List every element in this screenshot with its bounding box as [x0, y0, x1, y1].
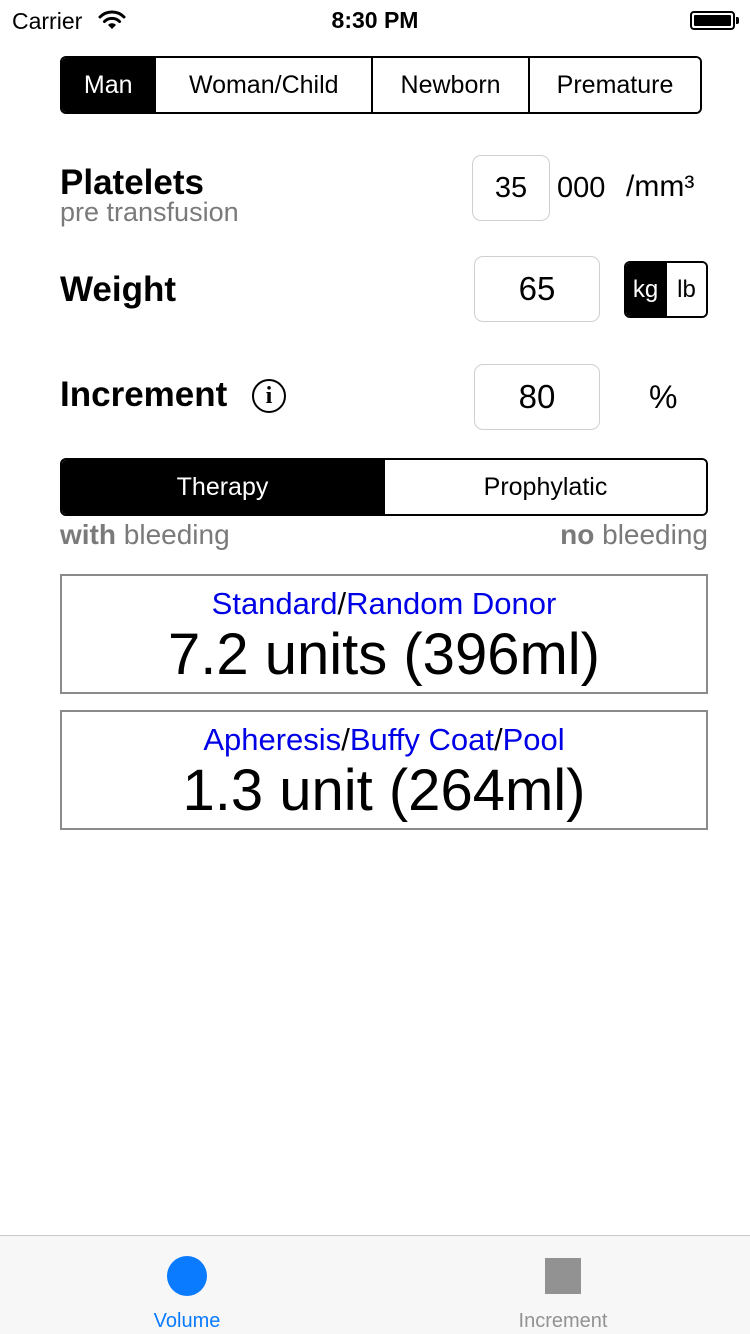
type-link-pool[interactable]: Pool: [503, 722, 565, 757]
tab-bar: Volume Increment: [0, 1235, 750, 1334]
tab-volume-label: Volume: [153, 1310, 221, 1332]
type-link-apheresis[interactable]: Apheresis: [203, 722, 341, 757]
status-bar: Carrier 8:30 PM: [0, 0, 750, 40]
result-card-apheresis: Apheresis/Buffy Coat/Pool 1.3 unit (264m…: [60, 710, 708, 830]
therapy-hint-bold: with: [60, 519, 116, 550]
tab-increment[interactable]: Increment: [463, 1236, 663, 1334]
battery-icon: [690, 11, 740, 30]
increment-label: Increment: [60, 375, 228, 414]
segment-therapy[interactable]: Therapy: [62, 460, 383, 514]
segment-kg[interactable]: kg: [626, 263, 665, 316]
mode-segmented-control: Therapy Prophylatic: [60, 458, 708, 516]
segment-prophylatic[interactable]: Prophylatic: [383, 460, 706, 514]
result-card-standard: Standard/Random Donor 7.2 units (396ml): [60, 574, 708, 694]
platelets-unit: /mm³: [626, 170, 695, 203]
info-icon[interactable]: i: [252, 379, 286, 413]
type-link-random-donor[interactable]: Random Donor: [346, 586, 556, 621]
weight-unit-segmented-control: kg lb: [624, 261, 708, 318]
prophylatic-hint: no bleeding: [560, 519, 708, 551]
platelets-input[interactable]: 35: [472, 155, 550, 221]
weight-label: Weight: [60, 270, 177, 309]
platelets-suffix: 000: [557, 172, 606, 204]
platelets-sublabel: pre transfusion: [60, 197, 239, 227]
segment-man[interactable]: Man: [62, 58, 155, 112]
square-icon: [545, 1258, 581, 1294]
therapy-hint: with bleeding: [60, 519, 230, 551]
segment-newborn[interactable]: Newborn: [371, 58, 529, 112]
result-value: 1.3 unit (264ml): [182, 758, 586, 823]
result-value: 7.2 units (396ml): [168, 622, 600, 687]
type-link-buffy-coat[interactable]: Buffy Coat: [350, 722, 494, 757]
increment-input[interactable]: 80: [474, 364, 600, 430]
segment-woman-child[interactable]: Woman/Child: [154, 58, 372, 112]
patient-type-segmented-control: Man Woman/Child Newborn Premature: [60, 56, 702, 114]
result-types: Standard/Random Donor: [211, 586, 557, 621]
tab-increment-label: Increment: [518, 1310, 608, 1332]
type-link-standard[interactable]: Standard: [212, 586, 338, 621]
segment-lb[interactable]: lb: [665, 263, 706, 316]
therapy-hint-rest: bleeding: [116, 519, 230, 550]
prophylatic-hint-bold: no: [560, 519, 595, 550]
circle-icon: [167, 1256, 207, 1296]
result-types: Apheresis/Buffy Coat/Pool: [203, 722, 565, 757]
increment-unit: %: [649, 379, 678, 415]
segment-premature[interactable]: Premature: [528, 58, 700, 112]
tab-volume[interactable]: Volume: [87, 1236, 287, 1334]
weight-input[interactable]: 65: [474, 256, 600, 322]
prophylatic-hint-rest: bleeding: [594, 519, 708, 550]
clock: 8:30 PM: [331, 7, 419, 33]
